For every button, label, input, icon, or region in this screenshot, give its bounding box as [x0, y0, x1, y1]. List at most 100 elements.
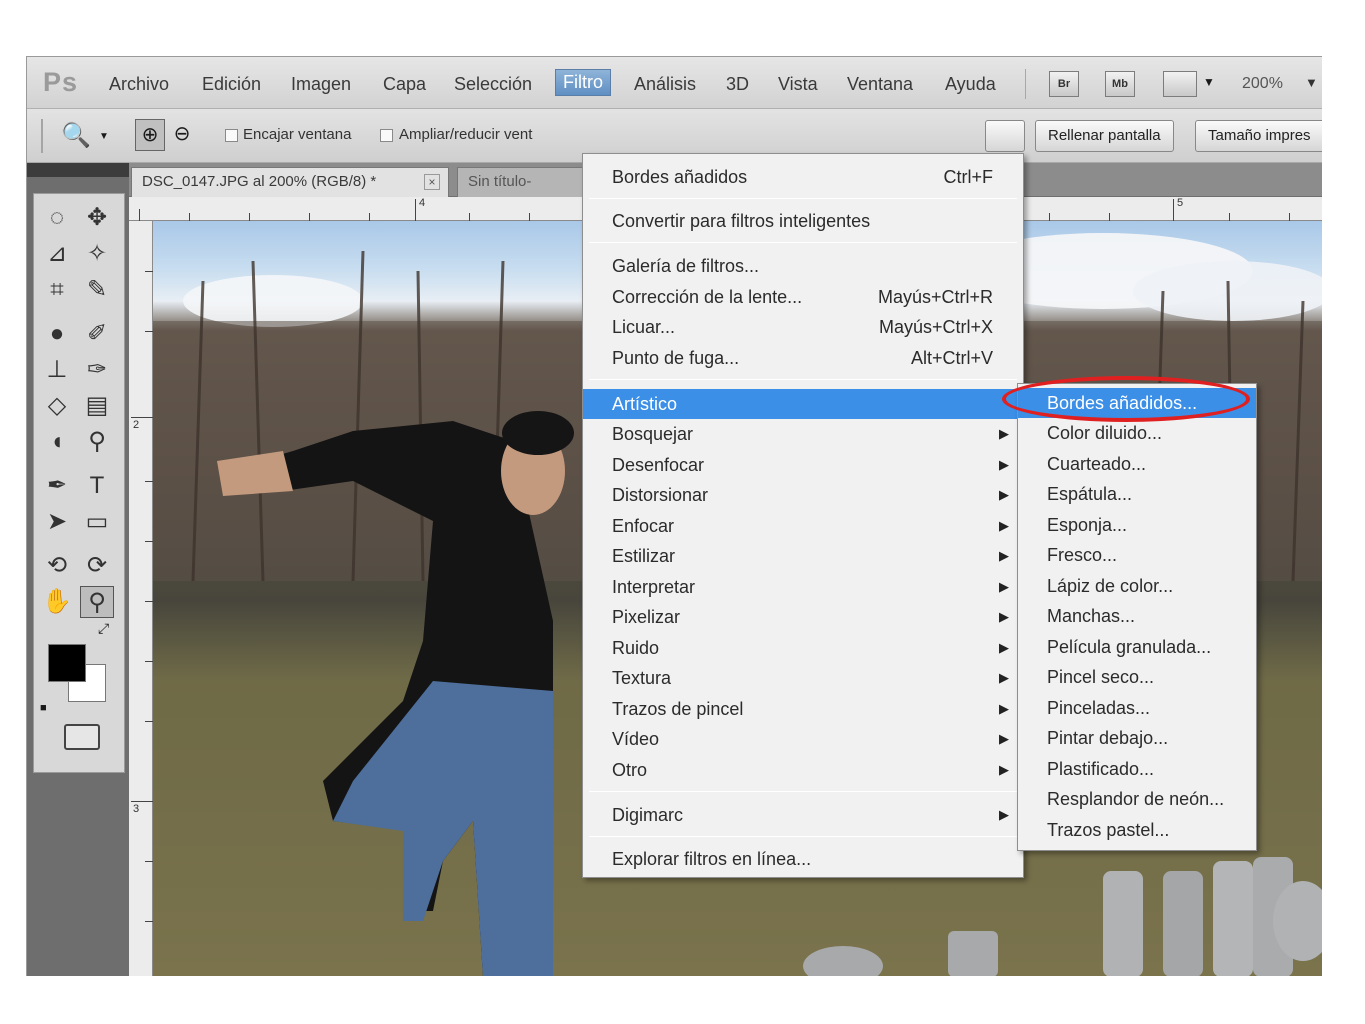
grip-handle[interactable]	[41, 119, 43, 153]
submenu-item-cuarteado[interactable]: Cuarteado...	[1018, 449, 1256, 479]
shape-icon[interactable]: ▭	[80, 506, 114, 538]
menu-vista[interactable]: Vista	[778, 74, 818, 95]
submenu-item-pincel-seco[interactable]: Pincel seco...	[1018, 662, 1256, 692]
quick-mask-icon[interactable]	[64, 724, 100, 750]
menu-3d[interactable]: 3D	[726, 74, 749, 95]
filter-menu-item-otro[interactable]: Otro ▶	[583, 755, 1023, 785]
zoom-out-icon[interactable]: ⊖	[169, 119, 195, 151]
filter-menu-item-video[interactable]: Vídeo ▶	[583, 724, 1023, 754]
stamp-icon[interactable]: ⊥	[40, 354, 74, 386]
chevron-down-icon[interactable]: ▼	[1203, 75, 1215, 89]
submenu-item-color-diluido[interactable]: Color diluido...	[1018, 418, 1256, 448]
filter-menu-item-lens-correction[interactable]: Corrección de la lente... Mayús+Ctrl+R	[583, 282, 1023, 312]
pen-icon[interactable]: ✒	[40, 470, 74, 502]
filter-menu-item-last-filter[interactable]: Bordes añadidos Ctrl+F	[583, 162, 1023, 192]
filter-menu-item-enfocar[interactable]: Enfocar ▶	[583, 511, 1023, 541]
eraser-icon[interactable]: ◇	[40, 390, 74, 422]
menu-item-label: Enfocar	[612, 516, 675, 536]
filter-menu-item-artistico[interactable]: Artístico	[583, 389, 1023, 419]
filter-menu-item-desenfocar[interactable]: Desenfocar ▶	[583, 450, 1023, 480]
tools-panel: ◌ ✥ ⊿ ✧ ⌗ ✎ ● ✐ ⊥ ✑ ◇ ▤ ◖ ⚲ ✒ T ➤ ▭ ⟲ ⟳ …	[27, 163, 129, 976]
submenu-item-pinceladas[interactable]: Pinceladas...	[1018, 693, 1256, 723]
type-icon[interactable]: T	[80, 470, 114, 502]
filter-menu-item-smart-filters[interactable]: Convertir para filtros inteligentes	[583, 206, 1023, 236]
zoom-level[interactable]: 200%	[1242, 75, 1283, 93]
menu-capa[interactable]: Capa	[383, 74, 426, 95]
default-colors-icon[interactable]: ■	[40, 702, 47, 714]
fill-screen-button[interactable]: Rellenar pantalla	[1035, 120, 1174, 152]
menu-edicion[interactable]: Edición	[202, 74, 261, 95]
tab-document-active[interactable]: DSC_0147.JPG al 200% (RGB/8) * ×	[131, 167, 449, 197]
menu-analisis[interactable]: Análisis	[634, 74, 696, 95]
menu-item-label: Corrección de la lente...	[612, 287, 803, 307]
menu-seleccion[interactable]: Selección	[454, 74, 532, 95]
move-icon[interactable]: ✥	[80, 202, 114, 234]
chevron-down-icon[interactable]: ▼	[1305, 75, 1318, 90]
submenu-item-trazos-pastel[interactable]: Trazos pastel...	[1018, 815, 1256, 845]
submenu-item-manchas[interactable]: Manchas...	[1018, 601, 1256, 631]
close-icon[interactable]: ×	[424, 174, 440, 190]
filter-menu-item-pixelizar[interactable]: Pixelizar ▶	[583, 602, 1023, 632]
submenu-item-fresco[interactable]: Fresco...	[1018, 540, 1256, 570]
bridge-icon[interactable]: Br	[1049, 71, 1079, 97]
menu-ayuda[interactable]: Ayuda	[945, 74, 996, 95]
filter-menu-item-liquify[interactable]: Licuar... Mayús+Ctrl+X	[583, 312, 1023, 342]
blur-icon[interactable]: ◖	[40, 426, 74, 458]
swap-colors-icon[interactable]: ⤢	[98, 620, 109, 637]
gradient-icon[interactable]: ▤	[80, 390, 114, 422]
menu-item-shortcut: Mayús+Ctrl+X	[878, 317, 993, 337]
path-select-icon[interactable]: ➤	[40, 506, 74, 538]
filter-menu-item-trazos-de-pincel[interactable]: Trazos de pincel ▶	[583, 694, 1023, 724]
zoom-in-icon[interactable]: ⊕	[135, 119, 165, 151]
zoom-icon[interactable]: ⚲	[80, 586, 114, 618]
mini-bridge-icon[interactable]: Mb	[1105, 71, 1135, 97]
filter-menu-item-vanishing-point[interactable]: Punto de fuga... Alt+Ctrl+V	[583, 343, 1023, 373]
submenu-arrow-icon: ▶	[999, 457, 1009, 472]
zoom-icon[interactable]: 🔍	[61, 121, 91, 150]
submenu-item-resplandor-de-neon[interactable]: Resplandor de neón...	[1018, 784, 1256, 814]
filter-menu-item-gallery[interactable]: Galería de filtros...	[583, 251, 1023, 281]
resize-window-checkbox[interactable]	[380, 129, 393, 142]
filter-menu-item-estilizar[interactable]: Estilizar ▶	[583, 541, 1023, 571]
filter-menu-item-explore-online[interactable]: Explorar filtros en línea...	[583, 844, 1023, 874]
chevron-down-icon[interactable]: ▼	[99, 131, 109, 142]
marquee-icon[interactable]: ◌	[40, 202, 74, 234]
lasso-icon[interactable]: ⊿	[40, 238, 74, 270]
crop-icon[interactable]: ⌗	[40, 274, 74, 306]
3d-rotate-icon[interactable]: ⟲	[40, 550, 74, 582]
print-size-button[interactable]: Tamaño impres	[1195, 120, 1322, 152]
filter-menu-item-interpretar[interactable]: Interpretar ▶	[583, 572, 1023, 602]
filter-menu-item-textura[interactable]: Textura ▶	[583, 663, 1023, 693]
submenu-item-plastificado[interactable]: Plastificado...	[1018, 754, 1256, 784]
hand-icon[interactable]: ✋	[40, 586, 74, 618]
menu-archivo[interactable]: Archivo	[109, 74, 169, 95]
tools-panel-header[interactable]	[27, 163, 129, 177]
filter-menu-item-distorsionar[interactable]: Distorsionar ▶	[583, 480, 1023, 510]
filter-menu-item-bosquejar[interactable]: Bosquejar ▶	[583, 419, 1023, 449]
tab-document-inactive[interactable]: Sin título-	[457, 167, 587, 197]
quick-select-icon[interactable]: ✧	[80, 238, 114, 270]
dodge-icon[interactable]: ⚲	[80, 426, 114, 458]
eyedropper-icon[interactable]: ✎	[80, 274, 114, 306]
submenu-item-pelicula-granulada[interactable]: Película granulada...	[1018, 632, 1256, 662]
fit-window-checkbox[interactable]	[225, 129, 238, 142]
submenu-item-espatula[interactable]: Espátula...	[1018, 479, 1256, 509]
history-brush-icon[interactable]: ✑	[80, 354, 114, 386]
spot-heal-icon[interactable]: ●	[40, 318, 74, 350]
ruler-tick	[1173, 199, 1174, 221]
menu-ventana[interactable]: Ventana	[847, 74, 913, 95]
screen-mode-icon[interactable]	[1163, 71, 1197, 97]
menu-filtro[interactable]: Filtro	[555, 69, 611, 96]
3d-orbit-icon[interactable]: ⟳	[80, 550, 114, 582]
brush-icon[interactable]: ✐	[80, 318, 114, 350]
filter-menu-item-ruido[interactable]: Ruido ▶	[583, 633, 1023, 663]
menu-imagen[interactable]: Imagen	[291, 74, 351, 95]
foreground-color-swatch[interactable]	[48, 644, 86, 682]
ruler-tick	[415, 199, 416, 221]
filter-menu-item-digimarc[interactable]: Digimarc ▶	[583, 800, 1023, 830]
menu-item-shortcut: Mayús+Ctrl+R	[877, 287, 993, 307]
actual-pixels-button[interactable]	[985, 120, 1025, 152]
submenu-item-esponja[interactable]: Esponja...	[1018, 510, 1256, 540]
submenu-item-pintar-debajo[interactable]: Pintar debajo...	[1018, 723, 1256, 753]
submenu-item-lapiz-de-color[interactable]: Lápiz de color...	[1018, 571, 1256, 601]
